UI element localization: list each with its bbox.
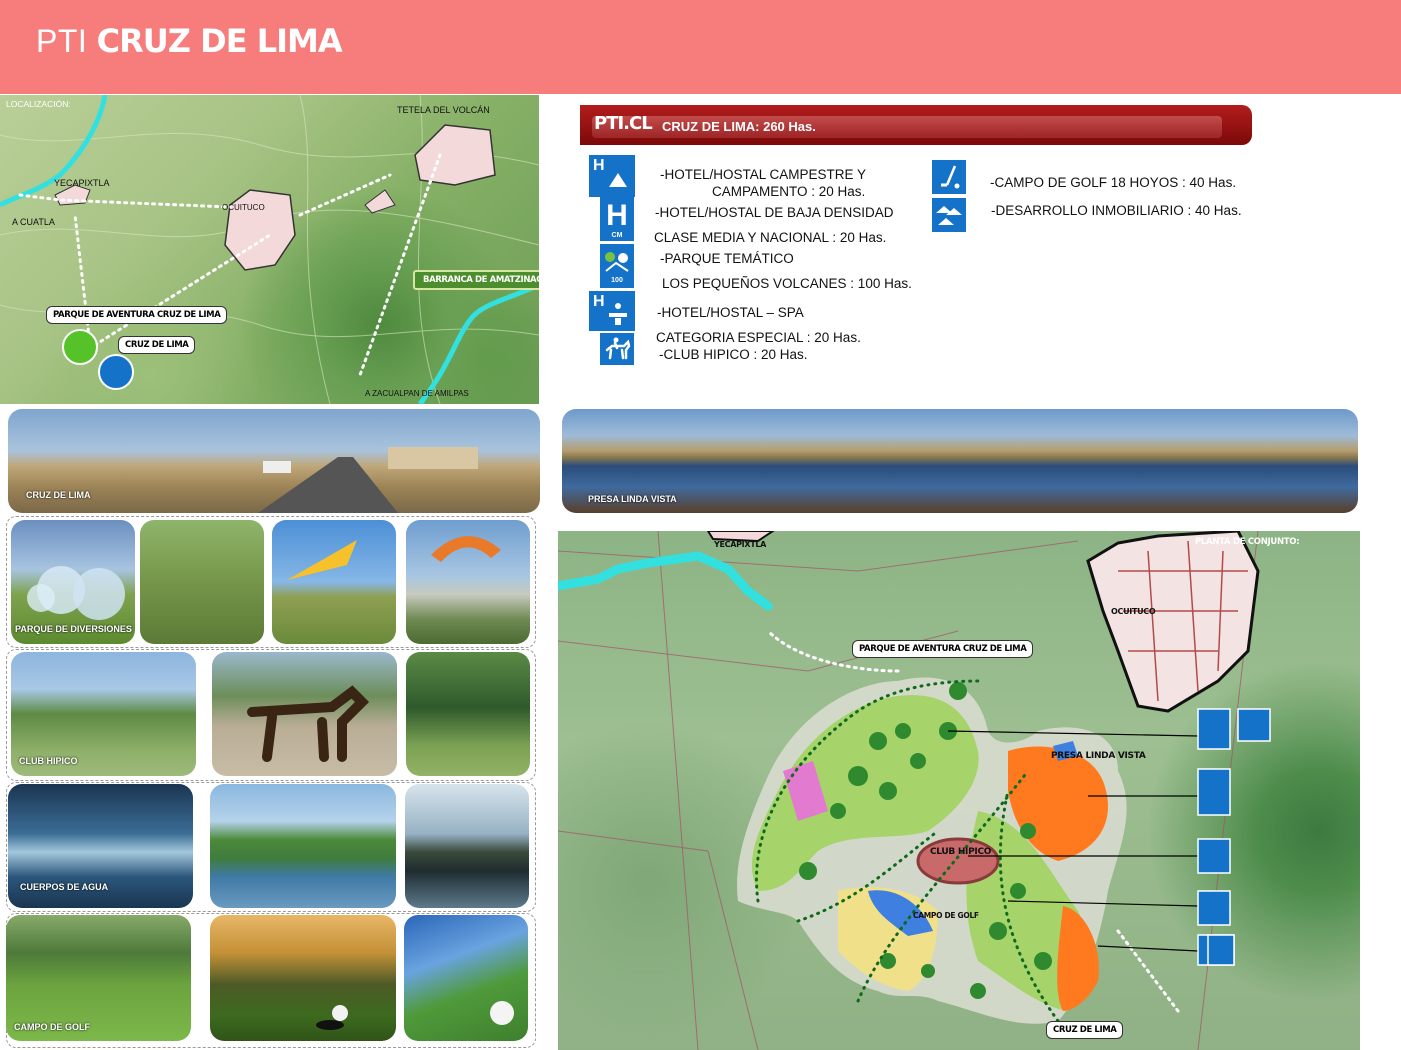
parque-tematico-icon: 100	[600, 244, 634, 288]
legend-line-1: -HOTEL/HOSTAL CAMPESTRE Y	[660, 167, 867, 182]
plan-parque-tag: PARQUE DE AVENTURA CRUZ DE LIMA	[852, 640, 1034, 658]
parque-tag: PARQUE DE AVENTURA CRUZ DE LIMA	[46, 306, 228, 324]
agua-caption: CUERPOS DE AGUA	[20, 882, 109, 892]
n100-label: 100	[611, 276, 623, 284]
plan-yecapixtla-label: YECAPIXTLA	[714, 540, 767, 549]
sunset-golf-photo	[210, 915, 396, 1041]
presa-caption: PRESA LINDA VISTA	[588, 494, 677, 504]
theme-park-icon	[605, 251, 629, 272]
kayak-photo: CUERPOS DE AGUA	[8, 784, 193, 908]
zacualpan-label: A ZACUALPAN DE AMILPAS	[365, 389, 469, 398]
golf-swing-photo	[404, 915, 528, 1041]
cruz-de-lima-caption: CRUZ DE LIMA	[26, 490, 91, 500]
cruz-tag: CRUZ DE LIMA	[118, 336, 196, 354]
legend-line-2: CAMPAMENTO : 20 Has.	[712, 184, 866, 199]
glider-shape	[287, 540, 357, 580]
mountainboard-photo	[140, 520, 264, 644]
yecapixtla-label: YECAPIXTLA	[54, 178, 110, 188]
legend-line-8: CATEGORIA ESPECIAL : 20 Has.	[656, 330, 861, 345]
parque-caption: PARQUE DE DIVERSIONES	[15, 624, 132, 634]
legend-housing: -DESARROLLO INMOBILIARIO : 40 Has.	[991, 203, 1242, 218]
hang-glider-photo	[272, 520, 396, 644]
plan-golf-label: CAMPO DE GOLF	[913, 911, 979, 920]
club-hipico-icon	[600, 333, 634, 365]
hotel-campestre-icon: H	[589, 155, 635, 197]
banner-subtitle: CRUZ DE LIMA: 260 Has.	[662, 119, 816, 134]
legend-line-5: -PARQUE TEMÁTICO	[660, 251, 794, 266]
lake-photo	[405, 784, 529, 908]
legend-line-9: -CLUB HIPICO : 20 Has.	[659, 347, 808, 362]
golf-icon	[932, 160, 966, 194]
site-plan-graphics	[558, 531, 1271, 1050]
horse-rider-photo	[406, 652, 530, 776]
cruz-de-lima-photo: CRUZ DE LIMA	[8, 409, 540, 513]
club-caption: CLUB HIPICO	[19, 756, 78, 766]
desarrollo-inmobiliario-icon	[932, 198, 966, 232]
golf-ball	[490, 1001, 514, 1025]
canoe-photo	[210, 784, 396, 908]
horse-photo	[212, 652, 397, 776]
plan-cruz-tag: CRUZ DE LIMA	[1046, 1021, 1124, 1039]
cm-label: CM	[611, 231, 623, 239]
horse-rider-icon	[605, 337, 631, 360]
legend-line-3: -HOTEL/HOSTAL DE BAJA DENSIDAD	[655, 205, 894, 220]
presa-linda-vista-photo: PRESA LINDA VISTA	[562, 409, 1358, 513]
hotel-baja-densidad-icon: H CM	[600, 197, 634, 241]
housing-pattern-icon	[936, 206, 962, 225]
ocuituco-label: OCUITUCO	[222, 203, 265, 212]
plan-title: PLANTA DE CONJUNTO:	[1195, 537, 1300, 547]
page-title: PTI CRUZ DE LIMA	[36, 22, 343, 60]
legend-line-4: CLASE MEDIA Y NACIONAL : 20 Has.	[654, 230, 887, 245]
plan-club-label: CLUB HIPICO	[930, 847, 992, 857]
plan-presa-label: PRESA LINDA VISTA	[1051, 751, 1146, 761]
localizacion-label: LOCALIZACIÓN:	[6, 99, 71, 109]
tetela-label: TETELA DEL VOLCÁN	[397, 105, 490, 115]
zorb-photo: PARQUE DE DIVERSIONES	[11, 520, 135, 644]
horse-silhouette	[247, 685, 370, 762]
golfer-photo: CAMPO DE GOLF	[6, 915, 191, 1041]
spa-massage-icon	[608, 303, 627, 325]
h-letter: H	[593, 293, 605, 310]
riders-photo: CLUB HIPICO	[11, 652, 196, 776]
site-plan: YECAPIXTLA PLANTA DE CONJUNTO: OCUITUCO …	[558, 531, 1360, 1050]
barranca-tag: BARRANCA DE AMATZINAC	[413, 270, 539, 290]
cuatla-label: A CUATLA	[12, 217, 55, 227]
hotel-spa-icon: H	[589, 291, 635, 331]
golf-club-icon	[941, 165, 960, 189]
paraglider-shape	[431, 536, 501, 562]
location-map: LOCALIZACIÓN: TETELA DEL VOLCÁN YECAPIXT…	[0, 95, 539, 404]
tent-icon	[608, 173, 627, 187]
plan-ocuituco-label: OCUITUCO	[1111, 607, 1156, 616]
paraglider-photo	[406, 520, 530, 644]
golf-caption: CAMPO DE GOLF	[14, 1022, 90, 1032]
legend-line-6: LOS PEQUEÑOS VOLCANES : 100 Has.	[662, 276, 912, 291]
location-map-graphics	[0, 95, 539, 404]
banner-code: PTI.CL	[594, 113, 653, 134]
golf-ball-hole	[316, 1005, 348, 1030]
legend-line-7: -HOTEL/HOSTAL – SPA	[657, 305, 804, 320]
legend-golf: -CAMPO DE GOLF 18 HOYOS : 40 Has.	[990, 175, 1237, 190]
pti-banner: PTI.CL CRUZ DE LIMA: 260 Has.	[580, 105, 1252, 145]
h-letter: H	[593, 157, 605, 174]
h-letter: H	[606, 198, 628, 232]
